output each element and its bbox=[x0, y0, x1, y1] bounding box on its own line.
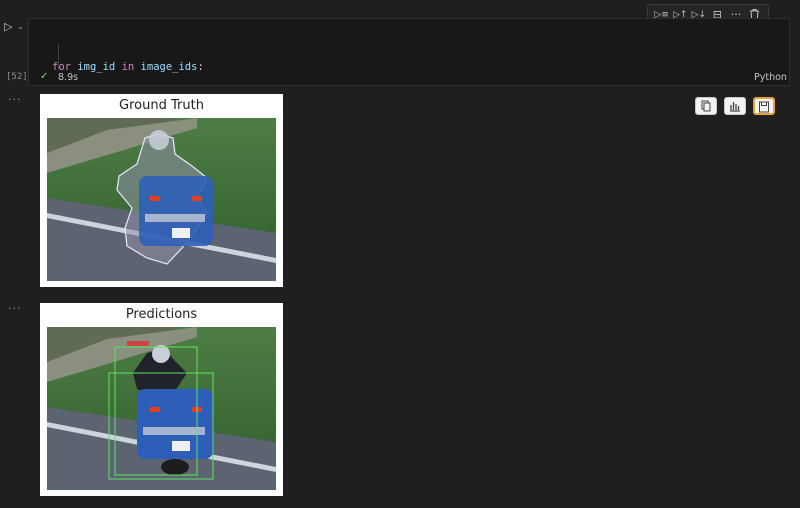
run-cell-button[interactable]: ▷ bbox=[4, 20, 16, 34]
figure-title: Ground Truth bbox=[119, 98, 204, 113]
output-more-button[interactable]: ··· bbox=[8, 93, 22, 106]
motorcycle-image bbox=[47, 327, 276, 490]
save-icon[interactable] bbox=[753, 97, 775, 115]
figure-title: Predictions bbox=[125, 307, 198, 322]
kernel-language[interactable]: Python bbox=[754, 72, 787, 83]
copy-icon[interactable] bbox=[695, 97, 717, 115]
chart-icon[interactable] bbox=[724, 97, 746, 115]
motorcycle-image bbox=[47, 118, 276, 281]
predictions-figure: Predictions bbox=[40, 303, 283, 496]
ground-truth-figure: Ground Truth bbox=[40, 94, 283, 287]
execution-duration: 8.9s bbox=[58, 72, 79, 83]
execution-count: [52] bbox=[6, 72, 28, 82]
check-icon: ✓ bbox=[40, 71, 49, 82]
output-more-button[interactable]: ··· bbox=[8, 302, 22, 315]
chevron-down-icon[interactable]: ⌄ bbox=[17, 22, 25, 32]
code-line-1: for img_id in image_ids: bbox=[52, 61, 204, 73]
